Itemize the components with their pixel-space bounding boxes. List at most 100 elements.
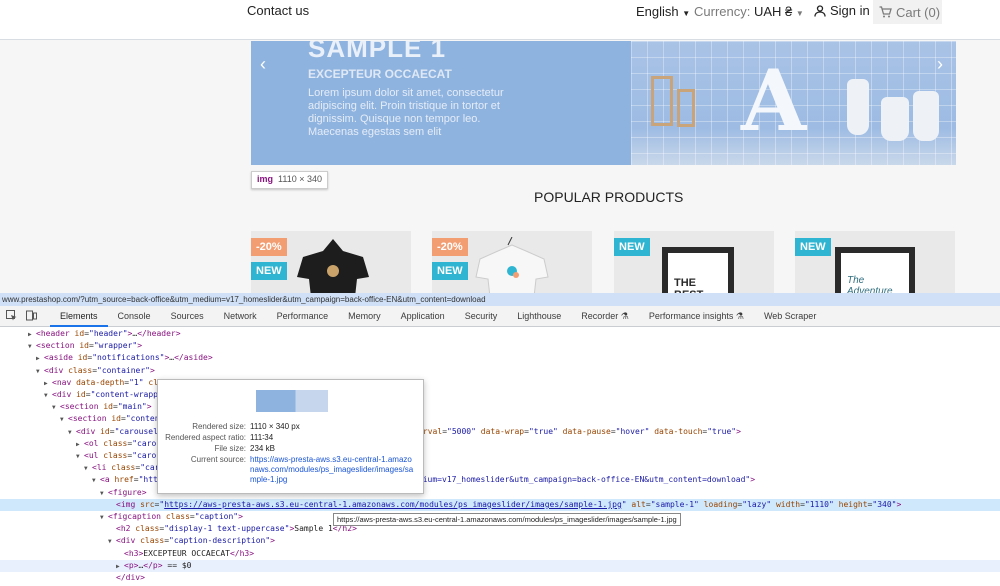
slider-next-arrow[interactable]: › [937, 54, 943, 75]
dom-node-line[interactable]: </div> [0, 572, 1000, 584]
tab-lighthouse[interactable]: Lighthouse [507, 306, 571, 327]
tab-sources[interactable]: Sources [161, 306, 214, 327]
tooltip-tag: img [257, 174, 274, 184]
lantern-decoration [677, 89, 695, 127]
cart-button[interactable]: Cart (0) [873, 0, 942, 24]
expand-arrow-icon[interactable]: ▶ [44, 378, 52, 390]
dom-node-markup: <aside id="notifications">…</aside> [44, 353, 213, 363]
inspect-element-icon[interactable] [6, 310, 20, 322]
dom-node-markup: </div> [116, 573, 145, 582]
tab-network[interactable]: Network [214, 306, 267, 327]
tab-web-scraper[interactable]: Web Scraper [754, 306, 826, 327]
status-url-bar: www.prestashop.com/?utm_source=back-offi… [0, 293, 1000, 306]
aspect-ratio-label: Rendered aspect ratio: [165, 433, 246, 442]
dom-node-line[interactable]: ▼<div id="carousel" data-ride="carousel"… [0, 426, 1000, 438]
dom-node-line[interactable]: ▼ <div class="caption-description"> [0, 535, 1000, 547]
device-toolbar-icon[interactable] [26, 310, 40, 322]
expand-arrow-icon[interactable]: ▶ [28, 329, 36, 341]
lantern-decoration [651, 76, 673, 126]
collapse-arrow-icon[interactable]: ▼ [92, 475, 100, 487]
current-source-label: Current source: [190, 455, 246, 464]
vase-decoration [881, 97, 909, 141]
collapse-arrow-icon[interactable]: ▼ [44, 390, 52, 402]
language-selector[interactable]: English ▼ [636, 4, 690, 19]
dom-node-markup: <section id="main"> [60, 402, 152, 412]
collapse-arrow-icon[interactable]: ▼ [84, 463, 92, 475]
expand-arrow-icon[interactable]: ▶ [116, 561, 124, 573]
dom-node-markup: <h2 class="display-1 text-uppercase">Sam… [116, 524, 357, 534]
dom-node-line[interactable]: ▼<ul class="carousel-inner" role="listbo… [0, 450, 1000, 462]
dom-node-line[interactable]: <h3>EXCEPTEUR OCCAECAT</h3> [0, 548, 1000, 560]
collapse-arrow-icon[interactable]: ▼ [36, 366, 44, 378]
tab-performance[interactable]: Performance [267, 306, 339, 327]
new-badge: NEW [251, 262, 287, 280]
chevron-down-icon: ▼ [795, 9, 804, 18]
dom-node-line[interactable]: ▶<nav data-depth="1" class="breadcrumb h… [0, 377, 1000, 389]
dom-node-line[interactable]: ▶<ol class="carousel-indicators">…</ol> [0, 438, 1000, 450]
discount-badge: -20% [251, 238, 287, 256]
slider-prev-arrow[interactable]: ‹ [260, 54, 266, 75]
dom-node-line[interactable]: ▶ <header id="header">…</header> [0, 328, 1000, 340]
sweater-image [475, 237, 549, 293]
tab-security[interactable]: Security [455, 306, 508, 327]
poster-text: The Adventure [847, 275, 893, 293]
tab-console[interactable]: Console [108, 306, 161, 327]
dom-node-line[interactable]: ▼ <a href="https://www.prestashop.com/?ut… [0, 474, 1000, 486]
collapse-arrow-icon[interactable]: ▼ [28, 341, 36, 353]
elements-panel: ▶ <header id="header">…</header> ▼ <section… [0, 327, 1000, 586]
cart-label: Cart (0) [896, 4, 941, 20]
language-label: English [636, 4, 679, 19]
rendered-size-value: 1110 × 340 px [250, 422, 300, 431]
tab-elements[interactable]: Elements [50, 306, 108, 327]
new-badge: NEW [614, 238, 650, 256]
collapse-arrow-icon[interactable]: ▼ [52, 402, 60, 414]
collapse-arrow-icon[interactable]: ▼ [100, 488, 108, 500]
tab-performance-insights[interactable]: Performance insights ⚗ [639, 306, 754, 327]
devtools-tabs: Elements Console Sources Network Performance… [50, 306, 826, 327]
tab-recorder[interactable]: Recorder ⚗ [571, 306, 639, 327]
product-card[interactable]: THE BEST NEW [614, 231, 774, 293]
product-card[interactable]: The Adventure NEW [795, 231, 955, 293]
dom-node-line[interactable]: ▼<section id="content"> [0, 413, 1000, 425]
dom-node-line[interactable]: ▶ <aside id="notifications">…</aside> [0, 352, 1000, 364]
dom-node-line[interactable]: ▼ <div class="container"> [0, 365, 1000, 377]
expand-arrow-icon[interactable]: ▶ [76, 439, 84, 451]
collapse-arrow-icon[interactable]: ▼ [100, 512, 108, 524]
signin-label: Sign in [830, 3, 870, 18]
signin-link[interactable]: Sign in [814, 3, 870, 18]
dom-node-line[interactable]: ▼<div id="content-wrapper"> [0, 389, 1000, 401]
homeslider-image[interactable]: A SAMPLE 1 EXCEPTEUR OCCAECAT Lorem ipsu… [251, 41, 956, 165]
aspect-ratio-value: 111∶34 [250, 433, 274, 442]
element-size-tooltip: img 1110 × 340 [251, 171, 328, 189]
cart-icon [879, 6, 892, 18]
dom-node-markup: <img src="https://aws-presta-aws.s3.eu-c… [116, 499, 902, 509]
user-icon [814, 4, 826, 17]
tab-application[interactable]: Application [391, 306, 455, 327]
file-size-value: 234 kB [250, 444, 275, 453]
collapse-arrow-icon[interactable]: ▼ [60, 414, 68, 426]
expand-arrow-icon[interactable]: ▶ [36, 353, 44, 365]
popular-products-title: POPULAR PRODUCTS [534, 189, 684, 205]
currency-selector[interactable]: Currency: UAH ₴ ▼ [694, 4, 804, 19]
collapse-arrow-icon[interactable]: ▼ [108, 536, 116, 548]
contact-link[interactable]: Contact us [247, 3, 309, 18]
product-card[interactable]: -20% NEW [251, 231, 411, 293]
dom-node-line[interactable]: <img src="https://aws-presta-aws.s3.eu-c… [0, 498, 1000, 511]
slide-description: Lorem ipsum dolor sit amet, consectetur … [308, 87, 504, 138]
dom-node-line[interactable]: ▼ <section id="main"> [0, 401, 1000, 413]
dom-node-line[interactable]: ▼ <section id="wrapper"> [0, 340, 1000, 352]
dom-node-markup: <figure> [108, 487, 147, 497]
tshirt-image [297, 239, 369, 293]
tab-memory[interactable]: Memory [338, 306, 391, 327]
file-size-label: File size: [214, 444, 246, 453]
dom-node-line[interactable]: ▼<li class="carousel-item active" role="… [0, 462, 1000, 474]
dom-node-markup: <header id="header">…</header> [36, 329, 181, 338]
dom-node-line[interactable]: ▼ <figure> [0, 487, 1000, 499]
slide-subtitle: EXCEPTEUR OCCAECAT [308, 67, 452, 81]
product-card[interactable]: -20% NEW [432, 231, 592, 293]
chevron-down-icon: ▼ [682, 9, 691, 18]
dom-node-line[interactable]: ▶ <p>…</p> == $0 [0, 559, 1000, 573]
current-source-link[interactable]: https://aws-presta-aws.s3.eu-central-1.a… [250, 455, 415, 485]
collapse-arrow-icon[interactable]: ▼ [68, 427, 76, 439]
collapse-arrow-icon[interactable]: ▼ [76, 451, 84, 463]
